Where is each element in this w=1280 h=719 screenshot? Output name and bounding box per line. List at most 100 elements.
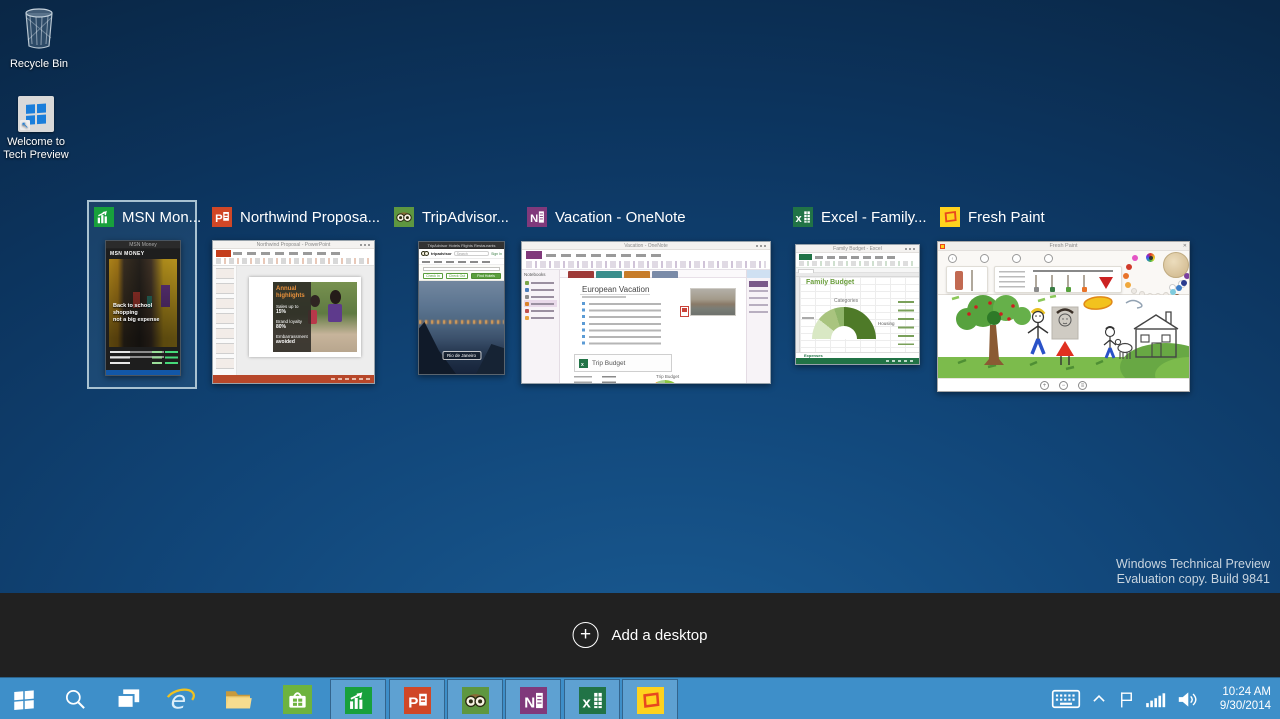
fp-minus-button: − <box>1059 380 1068 390</box>
taskbar-clock[interactable]: 10:24 AM 9/30/2014 <box>1220 685 1271 713</box>
fp-close-icon: ✕ <box>1182 243 1187 249</box>
taskbar: e P N x 10:24 AM 9/30/2014 <box>0 677 1280 719</box>
fp-titlebar-icon <box>940 244 945 249</box>
tile-title: Vacation - OneNote <box>555 208 686 226</box>
chevron-up-icon <box>1093 694 1105 702</box>
fresh-paint-window-thumbnail[interactable]: Fresh Paint ✕ ‹ + − ≡ <box>937 241 1190 392</box>
network-button[interactable] <box>1140 678 1172 719</box>
excel-titlebar: Family Budget - Excel <box>796 245 919 253</box>
taskbar-app-fresh-paint[interactable] <box>622 679 678 719</box>
tripadvisor-icon <box>394 207 414 227</box>
onenote-icon: N <box>519 686 547 714</box>
desktops-bar: + Add a desktop <box>0 593 1280 677</box>
fp-tool-button <box>1012 254 1021 263</box>
fp-color-wheel <box>1146 253 1155 262</box>
ppt-window-controls <box>360 244 372 246</box>
onenote-trip-budget-box: x Trip Budget <box>574 354 672 372</box>
taskbar-app-powerpoint[interactable]: P <box>389 679 445 719</box>
excel-chart-title: Categories <box>834 298 859 304</box>
trip-titlebar: TripAdvisor Hotels Flights Restaurants <box>419 242 504 249</box>
taskview-tile-powerpoint[interactable]: P Northwind Proposa... Northwind Proposa… <box>212 207 380 384</box>
add-desktop-button[interactable]: + Add a desktop <box>572 622 708 648</box>
taskview-tile-msn-money[interactable]: MSN Mon... MSN Money MSN MONEY Back to s… <box>87 200 201 389</box>
onenote-pages-pane <box>746 270 770 383</box>
trip-destination-input <box>423 267 500 271</box>
fresh-paint-icon <box>940 207 960 227</box>
add-desktop-label: Add a desktop <box>611 626 708 644</box>
excel-status-bar <box>796 358 919 364</box>
fp-toolbar: ‹ <box>938 251 1189 300</box>
fp-tool-button <box>980 254 989 263</box>
tile-title: TripAdvisor... <box>422 208 509 226</box>
taskbar-app-excel[interactable]: x <box>564 679 620 719</box>
msn-header: MSN MONEY <box>110 251 145 257</box>
network-signal-icon <box>1146 693 1166 708</box>
taskview-tile-tripadvisor[interactable]: TripAdvisor... TripAdvisor Hotels Flight… <box>394 207 509 375</box>
fp-paint-panel <box>946 266 988 293</box>
excel-ribbon <box>796 253 919 268</box>
internet-explorer-icon: e <box>166 685 195 714</box>
trip-search-form: Check In Check Out Find Hotels <box>419 265 504 281</box>
taskview-tile-fresh-paint[interactable]: Fresh Paint Fresh Paint ✕ ‹ + − ≡ <box>937 207 1190 392</box>
fp-bottom-bar: + − ≡ <box>938 378 1189 391</box>
tripadvisor-owl-icon <box>421 251 429 256</box>
action-center-button[interactable] <box>1112 678 1140 719</box>
file-explorer-button[interactable] <box>216 678 260 719</box>
taskbar-app-tripadvisor[interactable] <box>447 679 503 719</box>
onenote-budget-table <box>574 376 626 383</box>
msn-photo: Back to school shopping not a big expens… <box>109 259 177 347</box>
trip-photo-caption: Rio de Janeiro <box>441 351 482 360</box>
windows-logo-icon <box>14 690 34 711</box>
recycle-bin-label: Recycle Bin <box>9 58 69 70</box>
task-view-button[interactable] <box>106 678 150 719</box>
tripadvisor-window-thumbnail[interactable]: TripAdvisor Hotels Flights Restaurants t… <box>418 241 505 375</box>
msn-titlebar: MSN Money <box>106 241 180 249</box>
fp-color-palette <box>1118 251 1189 300</box>
ppt-canvas: Annual highlights Sales up to 15% Brand l… <box>237 266 374 375</box>
start-button[interactable] <box>2 678 46 719</box>
volume-button[interactable] <box>1172 678 1202 719</box>
taskbar-app-msn-money[interactable] <box>330 679 386 719</box>
onenote-notebooks-pane: Notebooks <box>522 270 560 383</box>
search-icon <box>65 689 85 709</box>
internet-explorer-button[interactable]: e <box>158 678 202 719</box>
powerpoint-icon: P <box>212 207 232 227</box>
ppt-slide-pane <box>213 266 237 375</box>
desktop-icon-welcome[interactable]: ↖ Welcome to Tech Preview <box>0 96 81 162</box>
onenote-window-thumbnail[interactable]: Vacation - OneNote Notebooks European Va… <box>521 241 771 384</box>
ppt-slide: Annual highlights Sales up to 15% Brand l… <box>249 277 361 357</box>
taskview-tile-onenote[interactable]: N Vacation - OneNote Vacation - OneNote … <box>521 207 773 384</box>
touch-keyboard-button[interactable] <box>1048 678 1084 719</box>
msn-bottom-strip <box>106 370 180 375</box>
onenote-ribbon <box>522 250 770 270</box>
watermark-line1: Windows Technical Preview <box>1116 557 1270 571</box>
powerpoint-window-thumbnail[interactable]: Northwind Proposal - PowerPoint Annual h… <box>212 240 375 384</box>
trip-search-box: Search <box>453 251 490 256</box>
tile-title: Fresh Paint <box>968 208 1045 226</box>
tile-title: Excel - Family... <box>821 208 927 226</box>
taskbar-app-onenote[interactable]: N <box>505 679 561 719</box>
svg-text:N: N <box>530 213 538 225</box>
fp-tool-button <box>1044 254 1053 263</box>
excel-chart-label-housing: Housing <box>878 321 895 326</box>
speaker-icon <box>1178 691 1197 707</box>
taskview-tile-excel[interactable]: x Excel - Family... Family Budget - Exce… <box>793 207 927 365</box>
fresh-paint-icon <box>636 686 664 714</box>
excel-chart-label-left <box>802 317 814 319</box>
onenote-clipart <box>680 306 689 317</box>
store-button[interactable] <box>275 678 319 719</box>
tripadvisor-icon <box>461 686 489 714</box>
desktop-icon-recycle-bin[interactable]: Recycle Bin <box>0 8 84 71</box>
excel-sheet-title: Family Budget <box>806 279 855 286</box>
msn-money-window-thumbnail[interactable]: MSN Money MSN MONEY Back to school shopp… <box>105 240 181 376</box>
search-button[interactable] <box>53 678 97 719</box>
powerpoint-icon: P <box>403 686 431 714</box>
msn-stock-tickers <box>110 351 178 367</box>
excel-window-thumbnail[interactable]: Family Budget - Excel Family Budget Cate… <box>795 244 920 365</box>
onenote-titlebar: Vacation - OneNote <box>522 242 770 250</box>
onenote-window-controls <box>756 245 768 247</box>
excel-window-controls <box>905 248 917 250</box>
show-hidden-icons-button[interactable] <box>1086 678 1112 719</box>
ppt-ribbon <box>213 249 374 266</box>
excel-icon: x <box>793 207 813 227</box>
